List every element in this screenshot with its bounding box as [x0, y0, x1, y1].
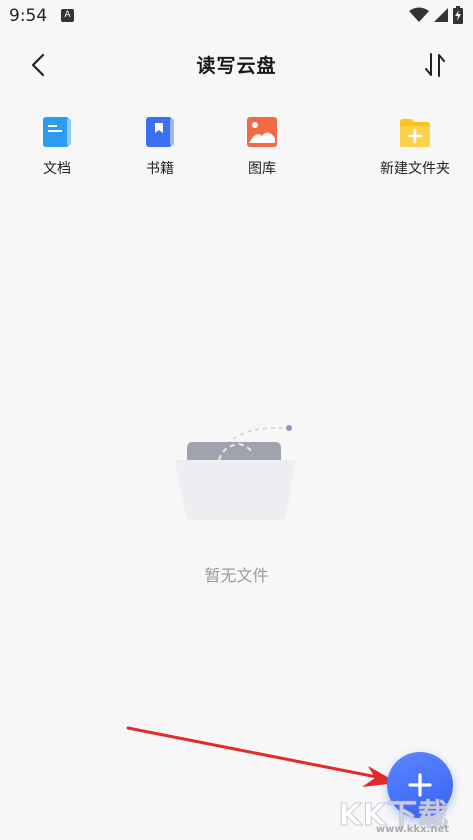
status-time: 9:54 [9, 6, 48, 26]
app-header: 读写云盘 [0, 40, 473, 88]
empty-state-text: 暂无文件 [204, 566, 269, 585]
page-title: 读写云盘 [196, 55, 277, 77]
annotation-arrow-icon [126, 726, 398, 787]
new-folder-icon [400, 119, 430, 147]
quick-item-gallery[interactable]: 图库 [217, 114, 307, 178]
quick-item-label: 文档 [43, 161, 71, 177]
watermark-url: www.kkx.net [375, 824, 449, 835]
book-icon [146, 117, 174, 147]
battery-icon [453, 6, 463, 24]
quick-item-label: 书籍 [146, 161, 174, 177]
quick-item-label: 新建文件夹 [380, 161, 450, 177]
empty-state: 暂无文件 [0, 416, 473, 585]
quick-item-documents[interactable]: 文档 [12, 114, 102, 178]
image-gallery-icon [247, 117, 277, 147]
signal-icon [434, 8, 448, 22]
sort-button[interactable] [421, 50, 451, 80]
quick-item-new-folder[interactable]: 新建文件夹 [370, 114, 460, 178]
sort-arrows-icon [425, 53, 445, 77]
quick-item-books[interactable]: 书籍 [115, 114, 205, 178]
quick-access-row: 文档 书籍 图库 新建文件夹 [0, 114, 473, 194]
wifi-icon [409, 7, 429, 22]
status-icons [409, 6, 463, 24]
status-bar: 9:54 A [0, 0, 473, 32]
document-icon [43, 117, 71, 147]
empty-folder-illustration-icon [174, 425, 295, 520]
quick-item-label: 图库 [248, 161, 276, 177]
notification-icon: A [61, 9, 74, 22]
